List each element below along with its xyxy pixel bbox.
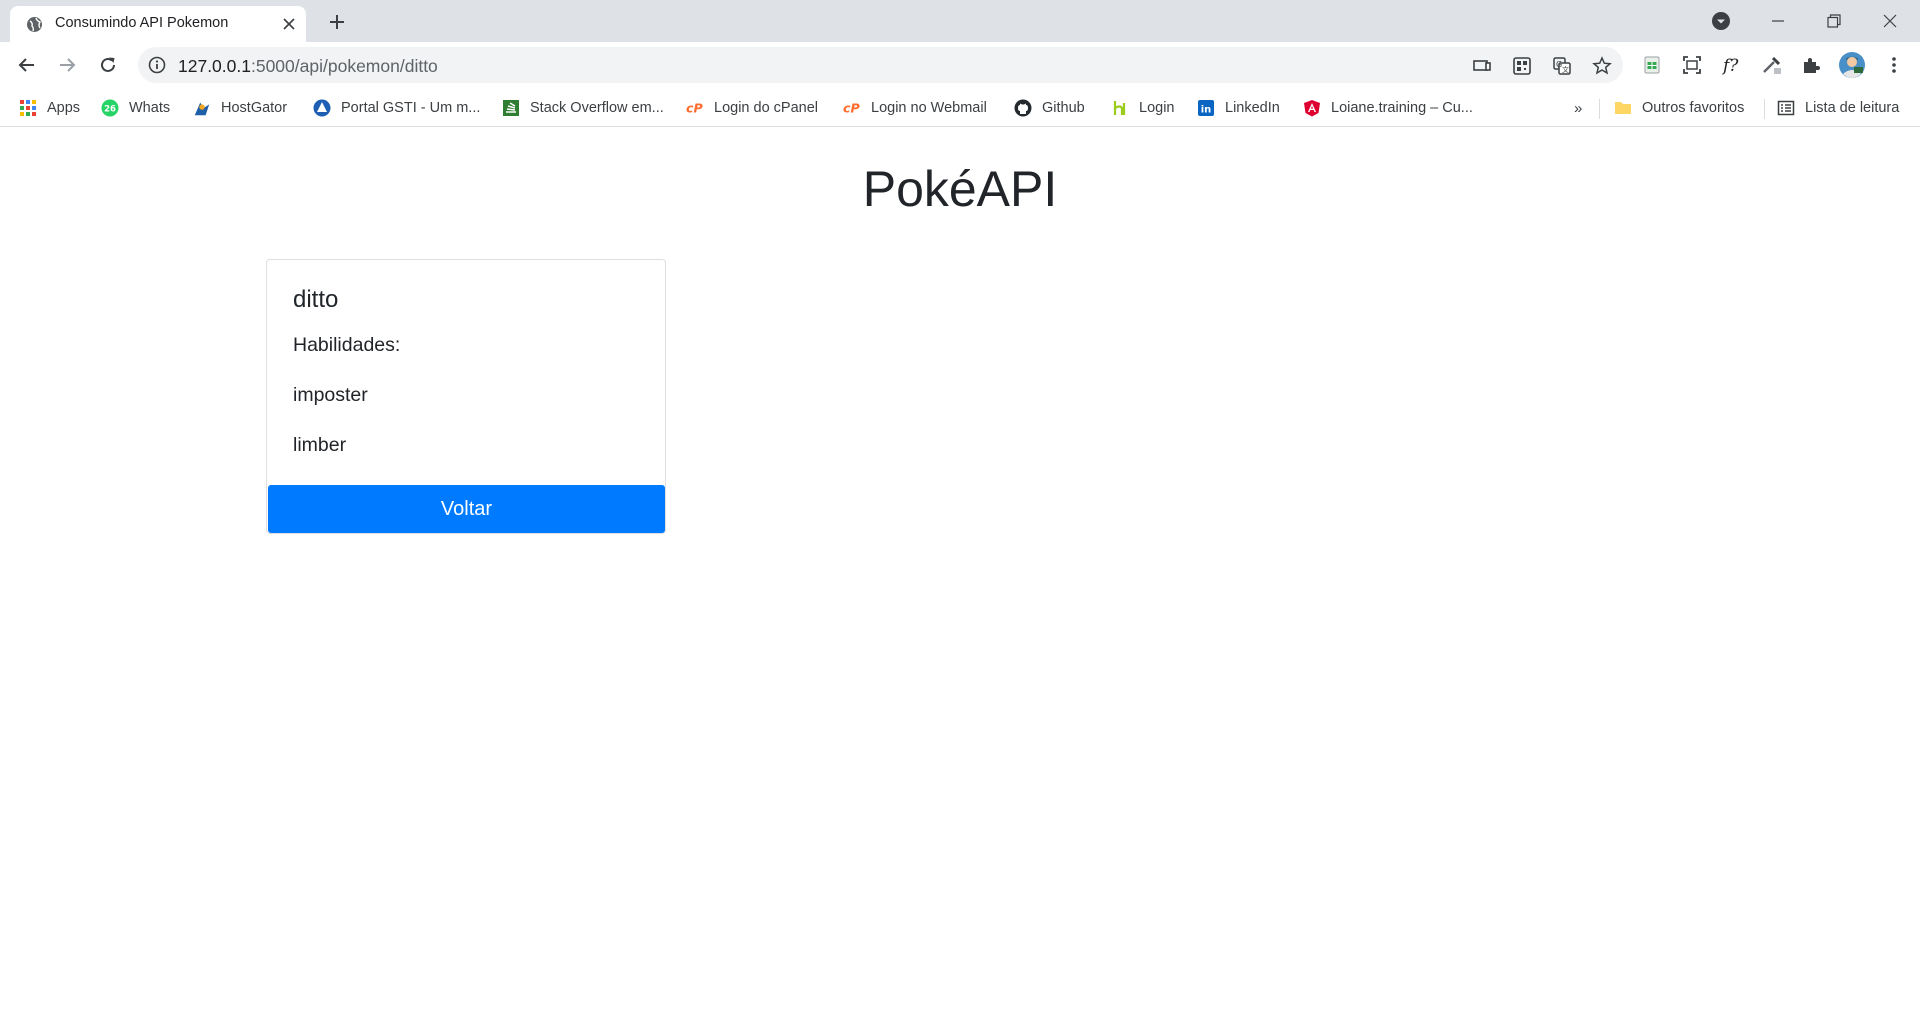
github-icon: [1014, 99, 1032, 117]
bookmark-hostgator[interactable]: HostGator: [193, 96, 287, 120]
url-host: 127.0.0.1: [178, 56, 251, 76]
svg-text:in: in: [1201, 105, 1212, 116]
hostgator-icon: [193, 99, 211, 117]
new-tab-icon[interactable]: [324, 9, 350, 35]
bookmarks-divider: [1599, 99, 1600, 119]
cast-icon[interactable]: [1469, 53, 1495, 79]
bookmark-label: Lista de leitura: [1805, 100, 1900, 116]
bookmark-stackoverflow[interactable]: Stack Overflow em...: [502, 96, 664, 120]
ability-item: imposter: [293, 384, 368, 406]
bookmark-star-icon[interactable]: [1589, 53, 1615, 79]
whats-badge: 26: [104, 105, 116, 115]
pokemon-name: ditto: [293, 286, 339, 313]
bookmark-linkedin[interactable]: in LinkedIn: [1197, 96, 1280, 120]
bookmark-label: Outros favoritos: [1642, 100, 1745, 116]
bookmark-apps[interactable]: Apps: [19, 96, 80, 120]
url-text[interactable]: 127.0.0.1:5000/api/pokemon/ditto: [178, 56, 438, 77]
bookmarks-overflow-chevron[interactable]: »: [1574, 96, 1582, 120]
bookmarks-bar: Apps 26 Whats HostGator Portal GSTI - Um…: [0, 89, 1920, 127]
profile-avatar-icon[interactable]: [1838, 51, 1866, 79]
reading-list-button[interactable]: Lista de leitura: [1777, 96, 1899, 120]
angular-icon: [1303, 99, 1321, 117]
svg-text:cP: cP: [686, 101, 703, 116]
bookmark-label: Portal GSTI - Um m...: [341, 100, 481, 116]
bookmark-folder-outros-favoritos[interactable]: Outros favoritos: [1614, 96, 1744, 120]
url-path: :5000/api/pokemon/ditto: [250, 56, 438, 76]
svg-text:cP: cP: [843, 101, 860, 116]
bookmark-whats[interactable]: 26 Whats: [101, 96, 170, 120]
bookmark-login[interactable]: Login: [1111, 96, 1174, 120]
bookmark-label: Loiane.training – Cu...: [1331, 100, 1473, 116]
translate-icon[interactable]: G文: [1549, 53, 1575, 79]
bookmark-label: Login do cPanel: [714, 100, 818, 116]
cpanel-icon: cP: [686, 99, 704, 117]
bookmark-portal-gsti[interactable]: Portal GSTI - Um m...: [313, 96, 480, 120]
stackoverflow-icon: [502, 99, 520, 117]
bookmark-label: Stack Overflow em...: [530, 100, 664, 116]
abilities-label: Habilidades:: [293, 334, 401, 356]
bookmark-label: Github: [1042, 100, 1085, 116]
portal-gsti-icon: [313, 99, 331, 117]
bookmark-label: Login: [1139, 100, 1175, 116]
bookmark-cpanel[interactable]: cP Login do cPanel: [686, 96, 818, 120]
globe-icon: [26, 16, 43, 33]
sheets-extension-icon[interactable]: [1638, 51, 1666, 79]
forward-arrow-icon[interactable]: [53, 51, 81, 79]
close-tab-icon[interactable]: [280, 15, 298, 33]
bookmark-loiane[interactable]: Loiane.training – Cu...: [1303, 96, 1473, 120]
bookmark-label: LinkedIn: [1225, 100, 1280, 116]
back-arrow-icon[interactable]: [13, 51, 41, 79]
pokemon-card: ditto Habilidades: imposter limber Volta…: [266, 259, 666, 534]
back-button[interactable]: Voltar: [268, 485, 665, 533]
bookmark-label: Whats: [129, 100, 171, 116]
folder-icon: [1614, 99, 1632, 117]
bookmark-label: HostGator: [221, 100, 288, 116]
minimize-icon[interactable]: [1754, 0, 1802, 42]
tab-strip: Consumindo API Pokemon: [0, 0, 1920, 42]
address-bar[interactable]: 127.0.0.1:5000/api/pokemon/ditto G文: [138, 47, 1623, 83]
page-title: PokéAPI: [862, 161, 1058, 217]
bookmark-label: Apps: [47, 100, 81, 116]
bookmark-label: Login no Webmail: [871, 100, 987, 116]
qr-code-icon[interactable]: [1509, 53, 1535, 79]
reading-list-icon: [1777, 99, 1795, 117]
tab-title: Consumindo API Pokemon: [55, 15, 229, 31]
bookmark-webmail[interactable]: cP Login no Webmail: [843, 96, 987, 120]
screenshot-extension-icon[interactable]: [1678, 51, 1706, 79]
site-info-icon[interactable]: [148, 56, 166, 74]
linkedin-icon: in: [1197, 99, 1215, 117]
close-window-icon[interactable]: [1866, 0, 1914, 42]
apps-grid-icon: [19, 99, 37, 117]
reload-icon[interactable]: [94, 51, 122, 79]
browser-toolbar: 127.0.0.1:5000/api/pokemon/ditto G文 f?: [0, 42, 1920, 89]
color-picker-extension-icon[interactable]: [1758, 51, 1786, 79]
tab-search-icon[interactable]: [1697, 0, 1745, 42]
browser-tab[interactable]: Consumindo API Pokemon: [10, 6, 306, 42]
menu-kebab-icon[interactable]: [1880, 51, 1908, 79]
ability-item: limber: [293, 434, 347, 456]
bookmarks-divider: [1764, 99, 1765, 119]
login-icon: [1111, 99, 1129, 117]
font-finder-extension-icon[interactable]: f?: [1718, 51, 1746, 79]
bookmark-github[interactable]: Github: [1014, 96, 1085, 120]
restore-icon[interactable]: [1810, 0, 1858, 42]
cpanel-icon: cP: [843, 99, 861, 117]
svg-text:f?: f?: [1721, 56, 1739, 76]
puzzle-extensions-icon[interactable]: [1797, 51, 1825, 79]
svg-text:文: 文: [1562, 65, 1569, 74]
whatsapp-icon: 26: [101, 99, 119, 117]
